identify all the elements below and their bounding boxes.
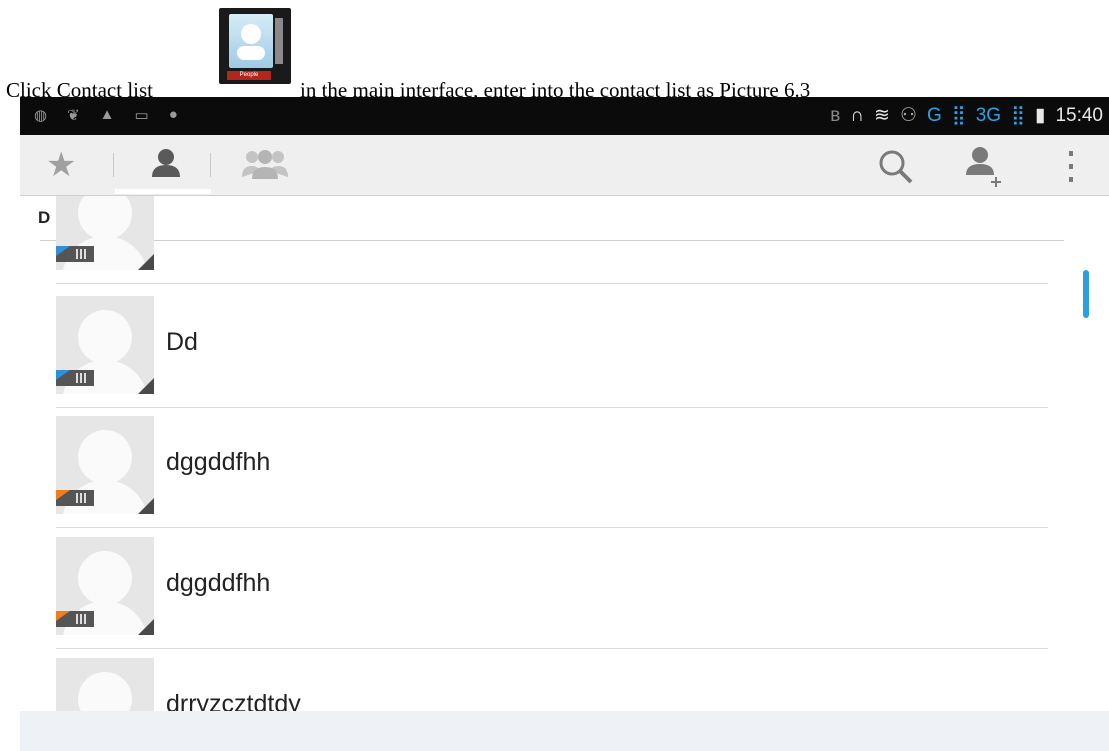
search-icon[interactable]: [876, 147, 916, 192]
account-badge-icon: [56, 611, 94, 627]
contact-avatar: [56, 296, 154, 394]
favorites-tab-star-icon[interactable]: ★: [46, 145, 76, 185]
contact-name: dggddfhh: [166, 569, 271, 597]
chat-icon: ●: [168, 106, 178, 123]
account-badge-icon: [56, 370, 94, 386]
notification-icons: ◍ ❦ ▲ ▭ ●: [34, 106, 178, 124]
contact-avatar: [56, 196, 154, 270]
android-icon: ◍: [34, 107, 48, 124]
network-type-label: G: [927, 104, 942, 126]
tab-divider: [210, 153, 211, 177]
contact-row[interactable]: Dd: [56, 288, 1048, 408]
quick-contact-corner-icon: [138, 378, 154, 394]
usb-icon: ⚇: [899, 105, 917, 126]
contact-row[interactable]: [56, 196, 1048, 284]
action-bar: ★: [20, 135, 1109, 196]
signal-icon: ⣿: [951, 105, 966, 126]
groups-tab-people-icon[interactable]: [240, 147, 290, 186]
contact-card-graphic: [229, 14, 273, 68]
quick-contact-corner-icon: [138, 498, 154, 514]
battery-icon: ▮: [1034, 105, 1046, 126]
contact-row[interactable]: dggddfhh: [56, 529, 1048, 649]
wifi-icon: ≋: [874, 105, 890, 126]
quick-contact-corner-icon: [138, 254, 154, 270]
headset-icon: ∩: [850, 104, 865, 126]
wifi-notification-icon: ❦: [67, 107, 80, 124]
row-divider: [56, 283, 1048, 284]
lock-icon: ▲: [99, 106, 115, 123]
signal-icon-2: ⣿: [1011, 105, 1025, 126]
contact-name: dggddfhh: [166, 448, 271, 476]
contacts-tab-person-icon[interactable]: [148, 145, 184, 186]
add-contact-icon[interactable]: [962, 143, 1006, 192]
bottom-bar: [20, 711, 1109, 751]
account-badge-icon: [56, 490, 94, 506]
network-type-label-2: 3G: [975, 104, 1002, 126]
contact-name: Dd: [166, 328, 198, 356]
people-app-icon: People: [219, 8, 291, 84]
active-tab-indicator: [115, 189, 211, 194]
tab-divider: [113, 153, 114, 177]
list-scrollbar[interactable]: [1083, 270, 1089, 318]
row-divider: [56, 527, 1048, 528]
account-badge-icon: [56, 246, 94, 262]
status-bar: ◍ ❦ ▲ ▭ ● ʙ ∩ ≋ ⚇ G ⣿ 3G ⣿ ▮ 15:40: [20, 97, 1109, 135]
row-divider: [56, 648, 1048, 649]
screenshot-icon: ▭: [134, 107, 149, 124]
people-icon-label: People: [227, 71, 271, 80]
contact-avatar: [56, 537, 154, 635]
contact-row[interactable]: dggddfhh: [56, 408, 1048, 528]
person-silhouette-icon: [237, 24, 265, 60]
contact-avatar: [56, 416, 154, 514]
section-header-letter: D: [38, 208, 51, 227]
contact-list[interactable]: D Dd dggddfhh dggddfhh drryzcztdtdy: [20, 196, 1109, 751]
bluetooth-icon: ʙ: [830, 104, 841, 126]
quick-contact-corner-icon: [138, 619, 154, 635]
overflow-menu-icon[interactable]: [1066, 149, 1076, 190]
card-tab-graphic: [275, 18, 283, 64]
clock: 15:40: [1055, 104, 1103, 126]
system-icons: ʙ ∩ ≋ ⚇ G ⣿ 3G ⣿ ▮ 15:40: [830, 104, 1103, 127]
